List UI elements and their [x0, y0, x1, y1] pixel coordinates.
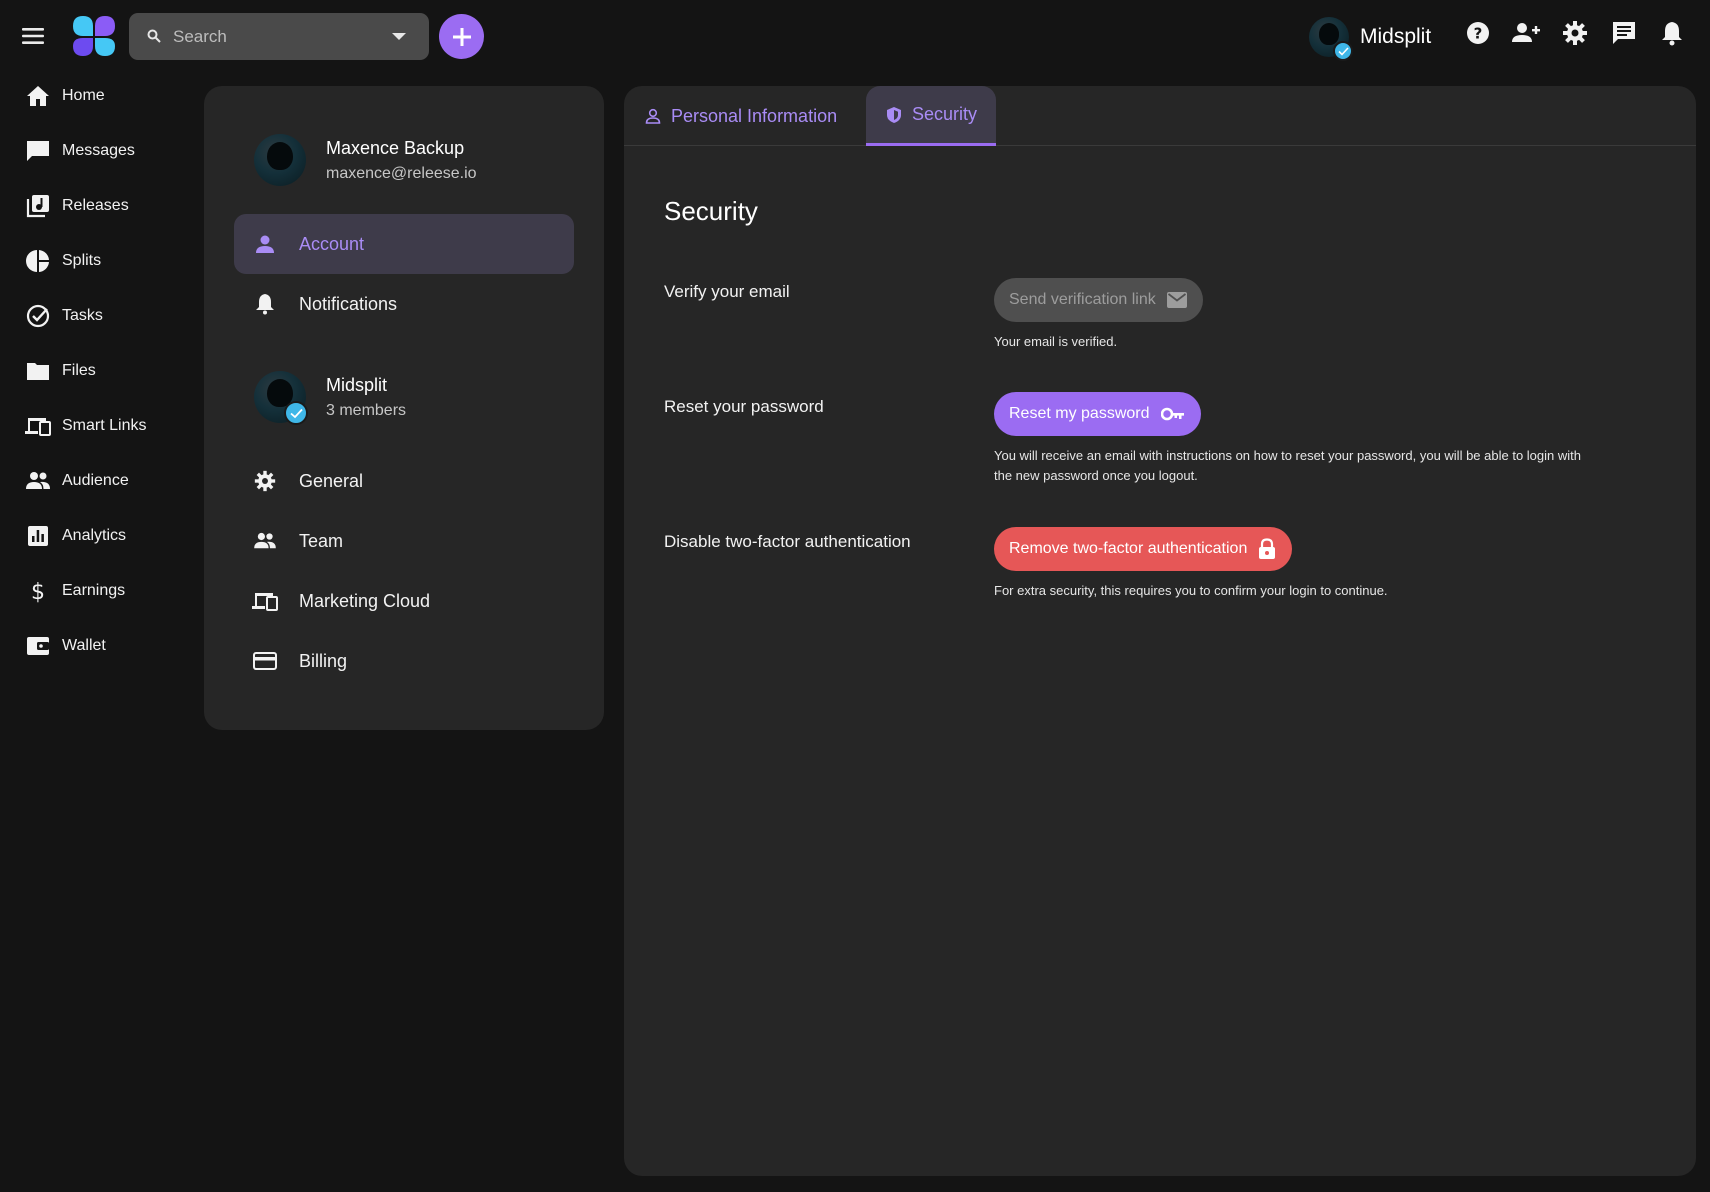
org-name: Midsplit — [326, 374, 388, 395]
remove-2fa-button[interactable]: Remove two-factor authentication — [994, 527, 1293, 571]
svg-text:?: ? — [1474, 25, 1483, 43]
menu-icon[interactable] — [19, 22, 49, 50]
reset-password-label: Reset your password — [664, 397, 824, 416]
gear-icon — [252, 468, 278, 494]
sidebar-item-wallet[interactable]: Wallet — [25, 626, 200, 666]
sidebar-item-audience[interactable]: Audience — [25, 461, 200, 501]
user-avatar — [254, 134, 306, 186]
mail-icon — [1166, 292, 1187, 308]
verify-email-help: Your email is verified. — [994, 334, 1118, 349]
org-name: Midsplit — [1360, 25, 1432, 48]
user-profile: Maxence Backup maxence@releese.io — [254, 134, 477, 186]
svg-text:$: $ — [31, 580, 45, 603]
org-members: 3 members — [326, 401, 407, 419]
org-avatar — [254, 371, 308, 425]
check-circle-icon — [25, 303, 51, 329]
person-outline-icon — [645, 108, 661, 124]
org-avatar — [1309, 17, 1353, 61]
sidebar-item-messages[interactable]: Messages — [25, 131, 200, 171]
settings-item-account[interactable]: Account — [234, 214, 574, 274]
sidebar-item-tasks[interactable]: Tasks — [25, 296, 200, 336]
chat-icon[interactable] — [1611, 20, 1637, 46]
people-icon — [252, 528, 278, 554]
shield-icon — [886, 106, 902, 124]
add-user-icon[interactable] — [1512, 20, 1540, 46]
add-button[interactable] — [439, 14, 484, 59]
music-library-icon — [25, 193, 51, 219]
tab-personal-information[interactable]: Personal Information — [645, 86, 837, 146]
sidebar-item-analytics[interactable]: Analytics — [25, 516, 200, 556]
settings-item-billing[interactable]: Billing — [234, 631, 574, 691]
pie-chart-icon — [25, 248, 51, 274]
credit-card-icon — [252, 648, 278, 674]
verified-icon — [1333, 41, 1353, 61]
key-icon — [1160, 407, 1185, 421]
reset-password-help: You will receive an email with instructi… — [994, 448, 1581, 483]
devices-icon — [252, 588, 278, 614]
settings-item-general[interactable]: General — [234, 451, 574, 511]
security-panel: Personal Information Security Security V… — [624, 86, 1696, 1176]
sidebar-item-files[interactable]: Files — [25, 351, 200, 391]
user-name: Maxence Backup — [326, 137, 465, 158]
page-title: Security — [664, 196, 758, 226]
verified-icon — [284, 401, 308, 425]
folder-icon — [25, 358, 51, 384]
verify-email-label: Verify your email — [664, 282, 790, 301]
settings-menu: Maxence Backup maxence@releese.io Accoun… — [204, 86, 604, 730]
analytics-icon — [25, 523, 51, 549]
people-icon — [25, 468, 51, 494]
app-logo[interactable] — [71, 14, 117, 58]
settings-item-notifications[interactable]: Notifications — [234, 274, 574, 334]
disable-2fa-help: For extra security, this requires you to… — [994, 583, 1388, 598]
sidebar-item-home[interactable]: Home — [25, 76, 200, 116]
send-verification-button[interactable]: Send verification link — [994, 278, 1203, 322]
reset-password-button[interactable]: Reset my password — [994, 392, 1201, 436]
org-switcher[interactable]: Midsplit — [1309, 14, 1432, 61]
bell-icon[interactable] — [1660, 20, 1684, 46]
message-icon — [25, 138, 51, 164]
user-email: maxence@releese.io — [326, 164, 477, 182]
search-icon — [147, 29, 161, 43]
lock-icon — [1258, 538, 1276, 560]
wallet-icon — [25, 633, 51, 659]
settings-item-team[interactable]: Team — [234, 511, 574, 571]
sidebar-item-splits[interactable]: Splits — [25, 241, 200, 281]
org-profile: Midsplit 3 members — [254, 371, 407, 425]
tab-bar: Personal Information Security — [624, 86, 1696, 146]
sidebar-item-smart-links[interactable]: Smart Links — [25, 406, 200, 446]
bell-icon — [252, 291, 278, 317]
sidebar-item-releases[interactable]: Releases — [25, 186, 200, 226]
disable-2fa-label: Disable two-factor authentication — [664, 532, 911, 551]
home-icon — [25, 83, 51, 109]
devices-icon — [25, 413, 51, 439]
plus-icon — [452, 27, 471, 46]
search-input[interactable] — [173, 25, 373, 49]
search-bar[interactable] — [129, 13, 429, 60]
person-icon — [252, 231, 278, 257]
dollar-icon: $ — [25, 578, 51, 604]
settings-item-marketing-cloud[interactable]: Marketing Cloud — [234, 571, 574, 631]
chevron-down-icon[interactable] — [391, 32, 407, 42]
sidebar-item-earnings[interactable]: $ Earnings — [25, 571, 200, 611]
gear-icon[interactable] — [1562, 20, 1588, 46]
tab-security[interactable]: Security — [866, 86, 997, 146]
top-bar: Midsplit ? — [0, 0, 1710, 76]
help-icon[interactable]: ? — [1465, 20, 1491, 46]
